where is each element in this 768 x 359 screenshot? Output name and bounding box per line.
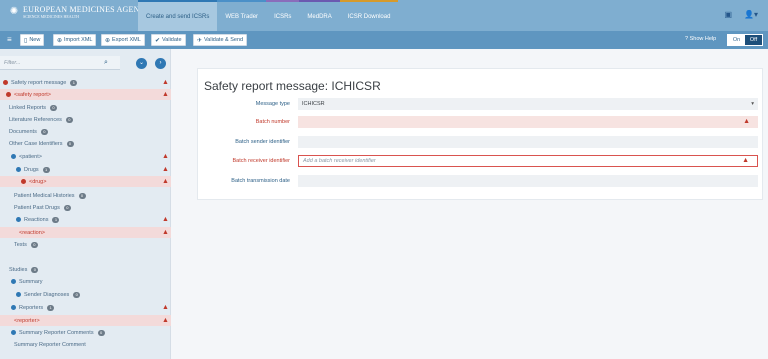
calendar-icon[interactable]: ▣ [724,10,732,19]
tree-item-patient[interactable]: <patient> ▲ [0,151,171,162]
warning-icon: ▲ [743,118,750,125]
warning-icon: ▲ [162,79,169,86]
expand-dot-icon [11,154,16,159]
ema-logo[interactable]: ✺ EUROPEAN MEDICINES AGENCY SCIENCE MEDI… [8,5,151,19]
batch-receiver-row: Batch receiver identifier Add a batch re… [198,155,764,167]
action-toolbar: ≡ ▯ New ⊕ Import XML ⊕ Export XML ✔ Validate… [0,31,768,49]
warning-icon: ▲ [162,166,169,173]
batch-number-row: Batch number ▲ [198,116,764,128]
collapse-all-icon[interactable]: ⌄ [136,58,147,69]
chevron-down-icon: ▾ [751,101,754,107]
message-type-row: Message type ICHICSR ▾ [198,98,764,110]
tree-item-sender-diagnoses[interactable]: Sender Diagnoses 0 [0,289,171,300]
tree-item-reaction[interactable]: <reaction> ▲ [0,227,171,238]
expand-dot-icon [16,292,21,297]
warning-icon: ▲ [162,178,169,185]
tree-item-reactions[interactable]: Reactions 1 ▲ [0,214,171,225]
report-tree-sidebar: Filter... ⌕ ⌄ › Safety report message 1 … [0,49,171,359]
expand-icon[interactable]: › [155,58,166,69]
message-type-select[interactable]: ICHICSR ▾ [298,98,758,110]
warning-icon: ▲ [162,91,169,98]
tree-item-other-case-identifiers[interactable]: Other Case Identifiers 0 [0,138,171,149]
tree-item-studies[interactable]: Studies 0 [0,264,171,275]
export-icon: ⊕ [105,37,111,44]
import-xml-button[interactable]: ⊕ Import XML [53,34,97,46]
new-button[interactable]: ▯ New [20,34,45,46]
warning-icon: ▲ [162,153,169,160]
export-xml-button[interactable]: ⊕ Export XML [101,34,145,46]
tree-item-drug[interactable]: <drug> ▲ [0,176,171,187]
expand-dot-icon [11,305,16,310]
main-nav: Create and send ICSRs WEB Trader ICSRs M… [138,0,399,31]
batch-number-field[interactable]: ▲ [298,116,758,128]
help-toggle[interactable]: On Off [727,34,763,46]
warning-icon: ▲ [162,304,169,311]
tab-icsr-download[interactable]: ICSR Download [339,0,399,31]
top-header: ✺ EUROPEAN MEDICINES AGENCY SCIENCE MEDI… [0,0,768,31]
check-icon: ✔ [155,37,161,44]
send-icon: ✈ [197,37,203,44]
tree-item-drugs[interactable]: Drugs 1 ▲ [0,164,171,175]
validate-button[interactable]: ✔ Validate [151,34,186,46]
tree-item-patient-medical-histories[interactable]: Patient Medical Histories 0 [0,190,171,201]
page-title: Safety report message: ICHICSR [204,79,381,93]
tree-item-reporter[interactable]: <reporter> ▲ [0,315,171,326]
logo-tagline: SCIENCE MEDICINES HEALTH [23,14,80,19]
tree-item-documents[interactable]: Documents 0 [0,126,171,137]
validate-send-button[interactable]: ✈ Validate & Send [193,34,248,46]
warning-icon: ▲ [162,216,169,223]
batch-sender-identifier-field[interactable] [298,136,758,148]
menu-icon[interactable]: ≡ [7,35,12,44]
tab-meddra[interactable]: MedDRA [299,0,340,31]
error-dot-icon [21,179,26,184]
toggle-on[interactable]: On [728,35,745,45]
toggle-off[interactable]: Off [745,35,762,45]
filter-input[interactable]: Filter... ⌕ [0,56,120,70]
tab-icsrs[interactable]: ICSRs [266,0,300,31]
batch-transmission-date-field[interactable] [298,175,758,187]
expand-dot-icon [11,279,16,284]
logo-title: EUROPEAN MEDICINES AGENCY [23,5,152,14]
eu-stars-icon: ✺ [9,6,19,17]
tree-item-patient-past-drugs[interactable]: Patient Past Drugs 0 [0,202,171,213]
tree-item-tests[interactable]: Tests 0 [0,239,171,250]
warning-icon: ▲ [162,229,169,236]
error-dot-icon [6,92,11,97]
warning-icon: ▲ [162,317,169,324]
new-document-icon: ▯ [24,37,28,44]
tab-create-send-icsrs[interactable]: Create and send ICSRs [138,0,218,31]
batch-receiver-identifier-field[interactable]: Add a batch receiver identifier ▲ [298,155,758,167]
tree-item-summary[interactable]: Summary [0,276,171,287]
user-menu-icon[interactable]: 👤▾ [744,10,758,19]
tree-item-literature-references[interactable]: Literature References 0 [0,114,171,125]
expand-dot-icon [16,217,21,222]
search-icon[interactable]: ⌕ [104,59,108,67]
batch-sender-row: Batch sender identifier [198,136,764,148]
tree-item-reporters[interactable]: Reporters 1 ▲ [0,302,171,313]
safety-report-form: Safety report message: ICHICSR Message t… [197,68,763,200]
tree-item-summary-reporter-comments[interactable]: Summary Reporter Comments 0 [0,327,171,338]
tree-item-linked-reports[interactable]: Linked Reports 0 [0,102,171,113]
tab-web-trader[interactable]: WEB Trader [217,0,267,31]
expand-dot-icon [16,167,21,172]
show-help-label: ? Show Help [685,36,717,42]
warning-icon: ▲ [742,157,749,164]
tree-item-summary-reporter-comment[interactable]: Summary Reporter Comment [0,339,171,350]
expand-dot-icon [11,330,16,335]
import-icon: ⊕ [57,37,63,44]
tree-item-safety-report[interactable]: <safety report> ▲ [0,89,171,100]
tree-item-safety-report-message[interactable]: Safety report message 1 ▲ [0,77,171,88]
help-icon: ? [685,36,689,42]
batch-transmission-row: Batch transmission date [198,175,764,187]
error-dot-icon [3,80,8,85]
